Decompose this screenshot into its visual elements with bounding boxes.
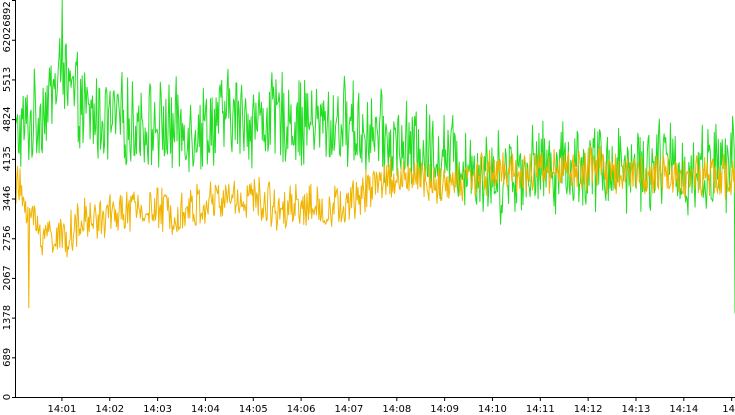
y-tick-label: 6202	[2, 27, 13, 52]
y-tick-label: 4135	[2, 146, 13, 171]
x-tick-label: 14:12	[574, 404, 603, 415]
x-tick-label: 14:07	[335, 404, 364, 415]
x-tick-label: 14:03	[143, 404, 172, 415]
x-tick-label: 14:02	[95, 404, 124, 415]
series-line-1	[15, 0, 735, 314]
x-tick-label: 14:11	[526, 404, 555, 415]
y-tick-label: 689	[2, 348, 13, 367]
x-tick-label: 14:10	[478, 404, 507, 415]
y-tick-label: 2756	[2, 226, 13, 251]
y-tick-label: 5513	[2, 67, 13, 92]
line-chart: 0 689 1378 2067 2756 3446 4135 4824 5513 62026892…	[2, 0, 735, 415]
y-tick-label: 0	[2, 394, 13, 400]
x-tick-label: 14:05	[239, 404, 268, 415]
y-tick-label: 2067	[2, 265, 13, 290]
y-tick-label: 6892	[2, 1, 13, 26]
x-tick-label: 14:09	[430, 404, 459, 415]
chart-series-group	[15, 0, 735, 314]
x-tick-label: 14:08	[382, 404, 411, 415]
y-tick-label: 3446	[2, 186, 13, 211]
y-tick-label: 1378	[2, 305, 13, 330]
x-axis: 14:01 14:02 14:03 14:04 14:05 14:06 14:07 14:08…	[48, 397, 735, 415]
x-tick-label: 14:01	[48, 404, 77, 415]
x-tick-label: 14	[722, 404, 735, 415]
x-tick-label: 14:14	[669, 404, 698, 415]
y-tick-label: 4824	[2, 106, 13, 131]
y-axis: 0 689 1378 2067 2756 3446 4135 4824 5513 62026892	[2, 0, 16, 400]
x-tick-label: 14:13	[622, 404, 651, 415]
x-tick-label: 14:04	[191, 404, 220, 415]
x-tick-label: 14:06	[287, 404, 316, 415]
